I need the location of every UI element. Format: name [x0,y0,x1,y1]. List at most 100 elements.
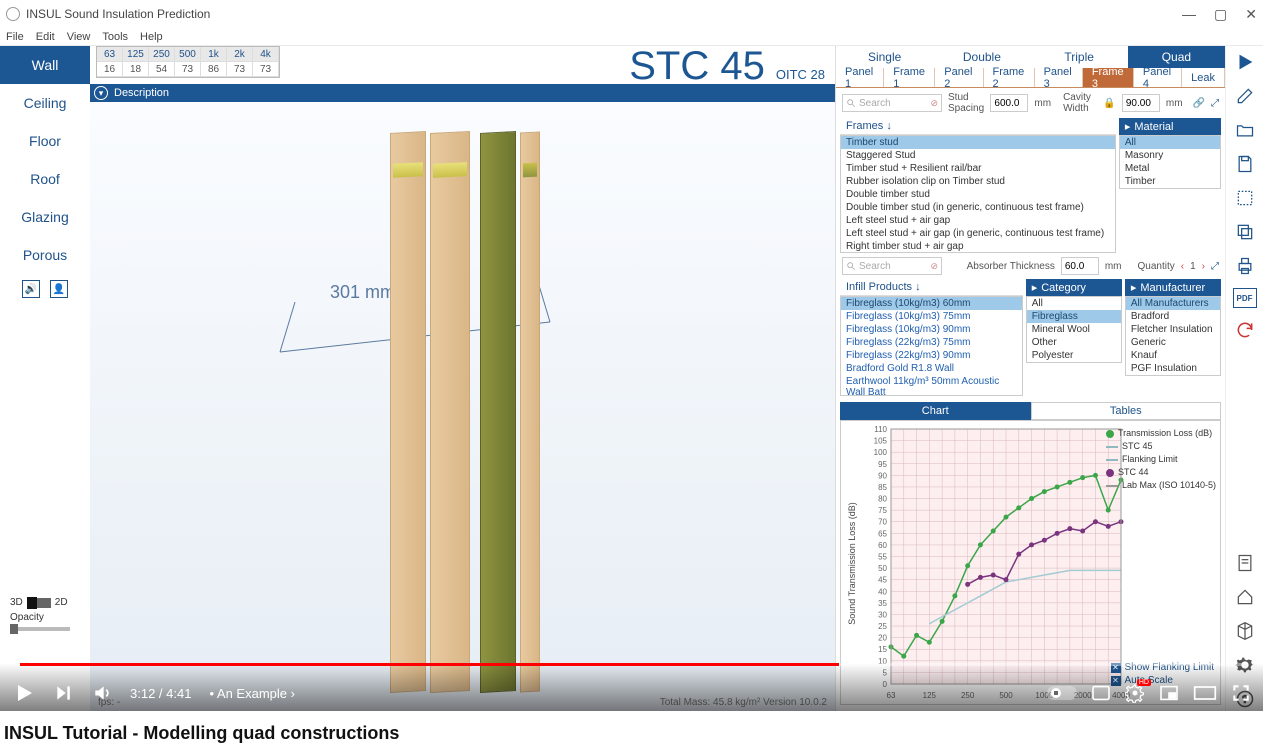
nav-ceiling[interactable]: Ceiling [0,84,90,122]
nav-roof[interactable]: Roof [0,160,90,198]
theater-button[interactable] [1193,685,1217,701]
window-maximize-button[interactable]: ▢ [1214,6,1227,23]
fullscreen-button[interactable] [1231,683,1251,703]
speaker-icon[interactable]: 🔊 [22,280,40,298]
autoplay-toggle[interactable] [1047,686,1077,700]
material-list[interactable]: AllMasonryMetalTimber [1119,135,1221,189]
captions-button[interactable] [1091,685,1111,701]
list-item[interactable]: Earthwool 11kg/m³ 50mm Acoustic Wall Bat… [841,375,1022,396]
nav-porous[interactable]: Porous [0,236,90,274]
list-item[interactable]: Staggered Stud [841,149,1115,162]
nav-glazing[interactable]: Glazing [0,198,90,236]
list-item[interactable]: Fibreglass [1027,310,1121,323]
nav-floor[interactable]: Floor [0,122,90,160]
person-icon[interactable]: 👤 [50,280,68,298]
tab-leak[interactable]: Leak [1182,68,1225,87]
infill-search-input[interactable]: Search ⊘ [842,257,942,275]
list-item[interactable]: Metal [1120,162,1220,175]
print-icon[interactable] [1233,254,1257,278]
window-close-button[interactable]: ✕ [1245,6,1257,23]
video-progress-bar[interactable] [20,663,1243,666]
tab-tables[interactable]: Tables [1031,402,1222,420]
list-item[interactable]: Double timber stud (in generic, continuo… [841,201,1115,214]
refresh-icon[interactable] [1233,318,1257,342]
menu-tools[interactable]: Tools [102,31,128,43]
list-item[interactable]: Fibreglass (22kg/m3) 75mm [841,336,1022,349]
list-item[interactable]: Left steel stud + air gap (in generic, c… [841,227,1115,240]
manufacturer-list[interactable]: All ManufacturersBradfordFletcher Insula… [1125,296,1221,376]
expand-icon[interactable]: ⤢ [1211,261,1219,272]
clear-icon[interactable]: ⊘ [930,98,938,109]
list-item[interactable]: Masonry [1120,149,1220,162]
list-item[interactable]: Fletcher Insulation [1126,323,1220,336]
miniplayer-button[interactable] [1159,685,1179,701]
list-item[interactable]: All [1027,297,1121,310]
house-icon[interactable] [1233,585,1257,609]
list-item[interactable]: All Manufacturers [1126,297,1220,310]
list-item[interactable]: All [1120,136,1220,149]
list-item[interactable]: Bradford [1126,310,1220,323]
list-item[interactable]: PGF Insulation [1126,362,1220,375]
list-item[interactable]: Generic [1126,336,1220,349]
calculator-icon[interactable] [1233,551,1257,575]
video-title[interactable]: INSUL Tutorial - Modelling quad construc… [0,711,1263,756]
compare-icon[interactable] [1233,186,1257,210]
link-icon[interactable]: 🔗 [1193,98,1205,109]
list-item[interactable]: Rubber isolation clip on Timber stud [841,175,1115,188]
clear-icon[interactable]: ⊘ [930,261,938,272]
menu-view[interactable]: View [67,31,91,43]
volume-button[interactable] [92,683,112,703]
quantity-decrease[interactable]: ‹ [1181,261,1184,272]
menu-edit[interactable]: Edit [36,31,55,43]
list-item[interactable]: Double timber stud [841,188,1115,201]
video-chapter[interactable]: • An Example › [209,686,295,701]
window-minimize-button[interactable]: — [1182,6,1196,23]
lock-icon[interactable]: 🔒 [1103,98,1115,109]
save-icon[interactable] [1233,152,1257,176]
list-item[interactable]: Timber [1120,175,1220,188]
tab-panel2[interactable]: Panel 2 [935,68,983,87]
menu-help[interactable]: Help [140,31,163,43]
expand-icon[interactable]: ⤢ [1211,98,1219,109]
tab-panel4[interactable]: Panel 4 [1134,68,1182,87]
opacity-slider[interactable] [10,627,70,631]
list-item[interactable]: Left steel stud + air gap [841,214,1115,227]
frame-search-input[interactable]: Search ⊘ [842,94,942,112]
play-button[interactable] [12,681,36,705]
menu-file[interactable]: File [6,31,24,43]
list-item[interactable]: Fibreglass (10kg/m3) 75mm [841,310,1022,323]
absorber-thickness-input[interactable] [1061,257,1099,275]
list-item[interactable]: Polyester [1027,349,1121,362]
3d-2d-toggle[interactable] [27,598,51,608]
edit-icon[interactable] [1233,84,1257,108]
description-bar[interactable]: ▾ Description [90,84,835,102]
pdf-export-icon[interactable]: PDF [1233,288,1257,308]
run-button[interactable] [1233,50,1257,74]
cube-icon[interactable] [1233,619,1257,643]
list-item[interactable]: Bradford Gold R1.8 Wall [841,362,1022,375]
settings-button[interactable]: HD [1125,683,1145,703]
stud-spacing-input[interactable] [990,94,1028,112]
copy-icon[interactable] [1233,220,1257,244]
list-item[interactable]: Knauf [1126,349,1220,362]
tab-panel3[interactable]: Panel 3 [1035,68,1083,87]
list-item[interactable]: Other [1027,336,1121,349]
next-button[interactable] [54,683,74,703]
list-item[interactable]: Mineral Wool [1027,323,1121,336]
category-list[interactable]: AllFibreglassMineral WoolOtherPolyester [1026,296,1122,363]
infill-list[interactable]: Fibreglass (10kg/m3) 60mmFibreglass (10k… [840,296,1023,396]
tab-chart[interactable]: Chart [840,402,1031,420]
list-item[interactable]: Right timber stud + air gap [841,240,1115,253]
list-item[interactable]: Timber stud [841,136,1115,149]
tab-panel1[interactable]: Panel 1 [836,68,884,87]
nav-wall[interactable]: Wall [0,46,90,84]
tab-frame3[interactable]: Frame 3↖ [1083,68,1134,87]
quantity-increase[interactable]: › [1202,261,1205,272]
list-item[interactable]: Timber stud + Resilient rail/bar [841,162,1115,175]
3d-viewport[interactable]: 301 mm fps: - Total Mass: 45.8 kg/m² Ver… [90,102,835,711]
cavity-width-input[interactable] [1122,94,1160,112]
list-item[interactable]: Fibreglass (22kg/m3) 90mm [841,349,1022,362]
tab-frame2[interactable]: Frame 2 [984,68,1035,87]
list-item[interactable]: Fibreglass (10kg/m3) 60mm [841,297,1022,310]
folder-open-icon[interactable] [1233,118,1257,142]
